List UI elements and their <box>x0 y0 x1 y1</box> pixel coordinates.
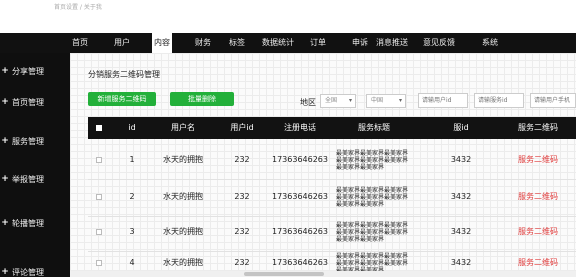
nav-push[interactable]: 消息推送 <box>376 33 408 53</box>
country-select-value: 全国 <box>325 97 338 104</box>
top-nav: 首页 用户 内容 财务 标签 数据统计 订单 申诉 消息推送 意见反馈 系统 <box>0 33 576 53</box>
country-select[interactable]: 全国 ▾ <box>320 94 356 108</box>
sidebar-item-homepage[interactable]: + 首页管理 <box>0 95 70 109</box>
row-checkbox[interactable] <box>96 194 102 200</box>
region-label: 地区 <box>300 98 316 107</box>
qr-code-link[interactable]: 服务二维码 <box>508 177 568 217</box>
nav-orders[interactable]: 订单 <box>310 33 326 53</box>
table-header: id 用户名 用户id 注册电话 服务标题 服id 服务二维码 <box>88 117 576 139</box>
plus-icon: + <box>1 66 9 76</box>
cell-user-id: 232 <box>234 155 250 164</box>
table-row: 1 水天的拥抱 232 17363646263 最美家界最美家界最美家界 最美家… <box>88 140 576 180</box>
col-user-id: 用户id <box>230 123 254 132</box>
nav-tags[interactable]: 标签 <box>229 33 245 53</box>
nav-statistics[interactable]: 数据统计 <box>262 33 294 53</box>
title-line: 最美家界最美家界最美家界 <box>336 221 409 229</box>
title-line: 最美家界最美家界最美家界 <box>336 259 409 267</box>
nav-users[interactable]: 用户 <box>114 33 130 53</box>
title-line: 最美家界最美家界最美家界 <box>336 228 409 236</box>
nav-content[interactable]: 内容 <box>152 33 172 53</box>
nav-complaints[interactable]: 申诉 <box>352 33 368 53</box>
sidebar-item-share[interactable]: + 分享管理 <box>0 64 70 78</box>
province-select[interactable]: 中国 ▾ <box>366 94 406 108</box>
cell-phone: 17363646263 <box>272 192 328 201</box>
col-service-title: 服务标题 <box>358 123 390 132</box>
top-strip: 首页设置 / 关于我 <box>0 0 576 33</box>
sidebar-item-label: 服务管理 <box>12 136 44 146</box>
cell-user-id: 232 <box>234 192 250 201</box>
title-line: 最美家界最美家界最美家界 <box>336 149 409 157</box>
cell-id: 2 <box>129 192 135 201</box>
page-title: 分销服务二维码管理 <box>88 70 160 79</box>
table-row: 2 水天的拥抱 232 17363646263 最美家界最美家界最美家界 最美家… <box>88 177 576 217</box>
sidebar: + 分享管理 + 首页管理 + 服务管理 + 举报管理 + 轮播管理 + 评论管… <box>0 53 70 277</box>
scrollbar-thumb[interactable] <box>244 272 324 276</box>
sidebar-item-report[interactable]: + 举报管理 <box>0 172 70 186</box>
row-checkbox[interactable] <box>96 157 102 163</box>
cell-username: 水天的拥抱 <box>163 192 203 201</box>
title-line: 最美家界最美家界 <box>336 163 385 171</box>
cell-service-id: 3432 <box>450 155 472 164</box>
plus-icon: + <box>1 136 9 146</box>
cell-service-title: 最美家界最美家界最美家界 最美家界最美家界最美家界 最美家界最美家界 <box>336 177 436 217</box>
sidebar-item-comments[interactable]: + 评论管理 <box>0 265 70 277</box>
title-line: 最美家界最美家界最美家界 <box>336 252 409 260</box>
plus-icon: + <box>1 97 9 107</box>
title-line: 最美家界最美家界最美家界 <box>336 193 409 201</box>
col-qr-code: 服务二维码 <box>518 123 558 132</box>
nav-feedback[interactable]: 意见反馈 <box>423 33 455 53</box>
row-checkbox[interactable] <box>96 229 102 235</box>
user-id-input[interactable] <box>418 93 468 108</box>
qr-code-link[interactable]: 服务二维码 <box>508 140 568 180</box>
breadcrumb: 首页设置 / 关于我 <box>54 4 102 11</box>
sidebar-item-label: 首页管理 <box>12 97 44 107</box>
plus-icon: + <box>1 267 9 277</box>
checkbox-icon[interactable] <box>96 125 102 131</box>
cell-phone: 17363646263 <box>272 155 328 164</box>
cell-id: 1 <box>129 155 135 164</box>
main-content: 分销服务二维码管理 新增服务二维码 批量删除 地区 全国 ▾ 中国 ▾ id 用… <box>70 53 576 277</box>
chevron-down-icon: ▾ <box>398 97 402 104</box>
plus-icon: + <box>1 174 9 184</box>
col-username: 用户名 <box>171 123 195 132</box>
title-line: 最美家界最美家界 <box>336 200 385 208</box>
sidebar-item-label: 分享管理 <box>12 66 44 76</box>
plus-icon: + <box>1 218 9 228</box>
sidebar-item-label: 轮播管理 <box>12 218 44 228</box>
title-line: 最美家界最美家界最美家界 <box>336 186 409 194</box>
cell-service-id: 3432 <box>450 192 472 201</box>
horizontal-scrollbar[interactable] <box>70 271 576 277</box>
row-checkbox[interactable] <box>96 260 102 266</box>
province-select-value: 中国 <box>371 97 384 104</box>
service-id-input[interactable] <box>474 93 524 108</box>
chevron-down-icon: ▾ <box>348 97 352 104</box>
nav-system[interactable]: 系统 <box>482 33 498 53</box>
title-line: 最美家界最美家界最美家界 <box>336 156 409 164</box>
phone-input[interactable] <box>530 93 576 108</box>
nav-finance[interactable]: 财务 <box>195 33 211 53</box>
nav-home[interactable]: 首页 <box>72 33 88 53</box>
cell-service-title: 最美家界最美家界最美家界 最美家界最美家界最美家界 最美家界最美家界 <box>336 140 436 180</box>
cell-username: 水天的拥抱 <box>163 155 203 164</box>
sidebar-item-service[interactable]: + 服务管理 <box>0 134 70 148</box>
col-service-id: 服id <box>453 123 469 132</box>
sidebar-item-label: 举报管理 <box>12 174 44 184</box>
add-qr-button[interactable]: 新增服务二维码 <box>88 92 156 106</box>
batch-delete-button[interactable]: 批量删除 <box>170 92 234 106</box>
title-line: 最美家界最美家界 <box>336 235 385 243</box>
sidebar-item-label: 评论管理 <box>12 267 44 277</box>
sidebar-item-carousel[interactable]: + 轮播管理 <box>0 216 70 230</box>
col-id: id <box>128 123 136 132</box>
col-phone: 注册电话 <box>284 123 316 132</box>
